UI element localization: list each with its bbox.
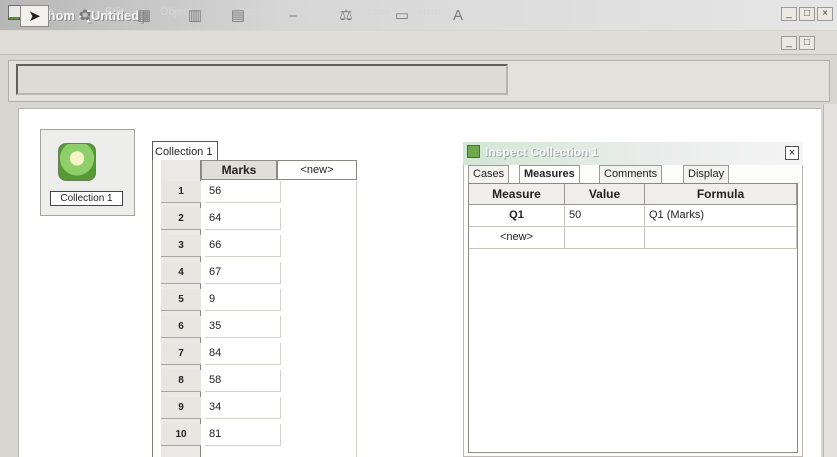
column-header-marks[interactable]: Marks [201,160,277,180]
table-row[interactable]: 59 [161,289,423,311]
marks-cell[interactable]: 64 [205,208,281,230]
row-index: 1 [161,181,201,203]
measure-name-cell[interactable]: Q1 [469,205,565,227]
restore-icon[interactable]: □ [799,7,815,21]
marks-cell[interactable]: 9 [205,289,281,311]
value-column-header[interactable]: Value [565,184,645,205]
marks-cell[interactable]: 66 [205,235,281,257]
marks-cell[interactable]: 81 [205,424,281,446]
vertical-scrollbar[interactable] [823,104,837,457]
inspector-close-icon[interactable]: × [785,146,799,160]
new-measure-formula-cell[interactable] [645,227,797,249]
table-row[interactable]: 1 56 [161,181,423,203]
new-measure-value-cell [565,227,645,249]
tab-comments[interactable]: Comments [599,165,663,183]
tab-cases[interactable]: Cases [468,165,510,183]
new-measure-cell[interactable]: <new> [469,227,565,249]
collection-tool-icon[interactable]: ✿ [64,5,106,27]
close-window-icon[interactable]: × [817,7,833,21]
inspector-icon [467,145,480,158]
test-tool-icon[interactable]: ⚖ [325,5,367,27]
graph-tool-icon[interactable]: ▥ [174,5,216,27]
table-row[interactable]: 4 67 [161,262,423,284]
measure-value-cell: 50 [565,205,645,227]
table-row[interactable]: 3 66 [161,235,423,257]
marks-cell[interactable]: 56 [205,181,281,203]
shelf-toolbar [16,64,508,95]
new-column-header[interactable]: <new> [277,160,357,180]
row-index: 3 [161,235,201,257]
marks-cell[interactable]: 58 [205,370,281,392]
row-index: 2 [161,208,201,230]
tab-display[interactable]: Display [683,165,730,183]
table-row[interactable]: 6 35 [161,316,423,338]
minimize-icon[interactable]: _ [781,7,797,21]
row-index: 5 [161,289,201,311]
row-index: 7 [161,343,201,365]
inspector-title: Inspect Collection 1 [485,145,599,159]
collection-label: Collection 1 [50,191,123,206]
measure-column-header[interactable]: Measure [469,184,565,205]
tab-measures[interactable]: Measures [519,165,580,183]
table-row[interactable]: 2 64 [161,208,423,230]
row-index: 6 [161,316,201,338]
formula-column-header[interactable]: Formula [645,184,797,205]
row-index: 4 [161,262,201,284]
table-row[interactable]: 7 84 [161,343,423,365]
doc-minimize-icon[interactable]: _ [781,36,797,50]
measure-formula-cell[interactable]: Q1 (Marks) [645,205,797,227]
table-row[interactable]: 8 58 [161,370,423,392]
menubar [0,31,837,55]
menu-edit[interactable]: Edit [105,6,124,18]
select-tool-icon[interactable]: ➤ [20,5,49,27]
slider-tool-icon[interactable]: ▭ [381,5,423,27]
row-index: 9 [161,397,201,419]
doc-restore-icon[interactable]: □ [799,36,815,50]
table-tool-icon[interactable]: ▦ [127,5,161,27]
marks-cell[interactable]: 67 [205,262,281,284]
row-index: 8 [161,370,201,392]
table-row[interactable]: 9 34 [161,397,423,419]
marks-cell[interactable]: 84 [205,343,281,365]
case-table-tab[interactable]: Collection 1 [152,141,218,161]
marks-cell[interactable]: 34 [205,397,281,419]
summary-tool-icon[interactable]: ▤ [217,5,259,27]
collection-box-icon [58,143,96,181]
table-row[interactable]: 10 81 [161,424,423,446]
text-tool-icon[interactable]: A [437,5,479,27]
estimate-tool-icon[interactable]: ⎯ [268,5,318,27]
row-index: 10 [161,424,201,446]
marks-cell[interactable]: 35 [205,316,281,338]
